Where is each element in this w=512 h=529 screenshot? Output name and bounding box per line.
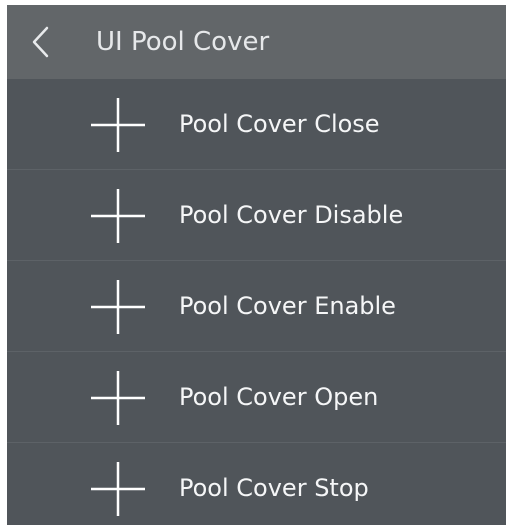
plus-icon: [91, 189, 145, 243]
list-item-pool-cover-stop[interactable]: Pool Cover Stop: [7, 443, 506, 525]
list-item-pool-cover-enable[interactable]: Pool Cover Enable: [7, 261, 506, 352]
plus-icon: [91, 371, 145, 425]
header-bar: UI Pool Cover: [7, 5, 506, 79]
plus-icon: [91, 280, 145, 334]
list-item-label: Pool Cover Disable: [179, 201, 404, 229]
plus-icon: [91, 98, 145, 152]
list-item-pool-cover-close[interactable]: Pool Cover Close: [7, 79, 506, 170]
list-item-label: Pool Cover Open: [179, 383, 379, 411]
plus-icon: [91, 462, 145, 516]
list-item-pool-cover-disable[interactable]: Pool Cover Disable: [7, 170, 506, 261]
page-title: UI Pool Cover: [96, 27, 270, 57]
list-item-pool-cover-open[interactable]: Pool Cover Open: [7, 352, 506, 443]
list-item-label: Pool Cover Stop: [179, 474, 369, 502]
command-list: Pool Cover Close Pool Cover Disable Pool…: [7, 79, 506, 525]
back-button[interactable]: [25, 25, 59, 59]
list-item-label: Pool Cover Enable: [179, 292, 396, 320]
list-item-label: Pool Cover Close: [179, 110, 380, 138]
pool-cover-panel: UI Pool Cover Pool Cover Close Pool Cove…: [7, 5, 506, 525]
chevron-left-icon: [32, 26, 49, 58]
